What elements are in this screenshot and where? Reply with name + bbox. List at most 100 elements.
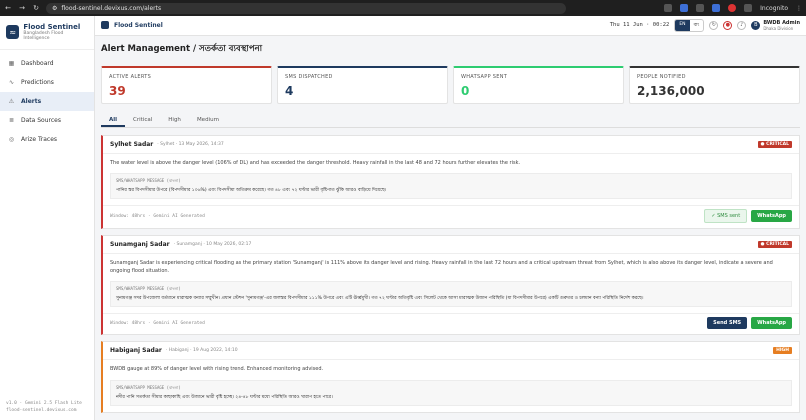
browser-chrome: ← → ↻ ⚙ flood-sentinel.devixus.com/alert… — [0, 0, 806, 16]
language-toggle: EN বাং — [674, 18, 705, 32]
alert-source: Window: 48hrs · Gemini AI Generated — [110, 320, 205, 326]
site-info-icon[interactable]: ⚙ — [52, 5, 57, 12]
sidebar-item-label: Dashboard — [21, 60, 54, 67]
database-icon: ≣ — [8, 117, 15, 124]
alert-meta: · Sylhet · 13 May 2026, 14:37 — [157, 141, 224, 147]
sidebar-item-dashboard[interactable]: ▦ Dashboard — [0, 54, 94, 73]
app: ≈ Flood Sentinel Bangladesh Flood Intell… — [0, 16, 806, 420]
sidebar-nav: ▦ Dashboard ∿ Predictions ⚠ Alerts ≣ Dat… — [0, 50, 94, 394]
stat-card-whatsapp-sent: WhatsApp Sent 0 — [453, 65, 624, 104]
topbar-title: Flood Sentinel — [114, 21, 163, 29]
alert-header: Sunamganj Sadar · Sunamganj · 10 May 202… — [103, 236, 799, 255]
alert-header: Sylhet Sadar · Sylhet · 13 May 2026, 14:… — [103, 136, 799, 154]
stat-value: 2,136,000 — [637, 83, 705, 98]
version-text: v1.0 · Gemini 2.5 Flash Lite — [6, 401, 82, 406]
alert-location: Sunamganj Sadar — [110, 241, 170, 249]
app-subtitle: Bangladesh Flood Intelligence — [23, 31, 64, 41]
tab-all[interactable]: All — [101, 114, 126, 127]
message-header: SMS/WHATSAPP MESSAGE (বাংলা) — [116, 286, 181, 292]
stat-value: 4 — [285, 83, 294, 98]
whatsapp-button[interactable]: WhatsApp — [751, 210, 792, 223]
message-box: SMS/WHATSAPP MESSAGE (বাংলা) নদীর পানি স… — [110, 379, 792, 406]
reload-icon[interactable]: ↻ — [32, 4, 40, 12]
extension-icon[interactable] — [712, 4, 721, 12]
user-menu[interactable]: B BWDB Admin Dhaka Division — [751, 20, 800, 31]
extension-icon[interactable] — [728, 4, 737, 12]
stat-label: People Notified — [637, 73, 686, 80]
app-logo-icon: ≈ — [6, 25, 20, 39]
stat-value: 39 — [109, 83, 126, 98]
sidebar-item-predictions[interactable]: ∿ Predictions — [0, 73, 94, 92]
grid-icon: ▦ — [8, 60, 15, 67]
sidebar-item-alerts[interactable]: ⚠ Alerts — [0, 92, 94, 111]
alert-description: The water level is above the danger leve… — [110, 159, 521, 166]
sidebar-item-label: Alerts — [21, 98, 42, 105]
brand: ≈ Flood Sentinel Bangladesh Flood Intell… — [0, 16, 94, 50]
trace-icon: ◎ — [8, 136, 15, 143]
stat-label: Active Alerts — [109, 73, 152, 80]
alert-card: Habiganj Sadar · Habiganj · 19 Aug 2022,… — [101, 341, 800, 413]
back-icon[interactable]: ← — [4, 4, 12, 12]
extension-icon[interactable] — [744, 4, 753, 12]
message-body: পানির স্তর বিপদসীমার উপরে (বিপদসীমার ১০৬… — [116, 188, 387, 194]
alert-description: BWDB gauge at 89% of danger level with r… — [110, 366, 324, 373]
incognito-label[interactable]: Incognito — [760, 5, 788, 12]
extension-icon[interactable] — [664, 4, 673, 12]
refresh-icon[interactable]: ↻ — [709, 20, 719, 30]
content: Alert Management / সতর্কতা ব্যবস্থাপনা A… — [95, 36, 806, 420]
tab-high[interactable]: High — [160, 114, 189, 127]
message-box: SMS/WHATSAPP MESSAGE (বাংলা) সুনামগঞ্জ স… — [110, 281, 792, 308]
sidebar-item-label: Data Sources — [21, 117, 61, 124]
sidebar-item-arize-traces[interactable]: ◎ Arize Traces — [0, 130, 94, 149]
stat-card-active-alerts: Active Alerts 39 — [101, 65, 272, 104]
whatsapp-button[interactable]: WhatsApp — [751, 317, 792, 330]
severity-badge: HIGH — [773, 347, 792, 355]
alert-description: Sunamganj Sadar is experiencing critical… — [110, 260, 773, 274]
stats-row: Active Alerts 39 SMS Dispatched 4 WhatsA… — [101, 65, 800, 104]
clock: Thu 11 Jun · 00:22 — [609, 22, 670, 29]
lang-bn-button[interactable]: বাং — [690, 20, 704, 31]
severity-tabs: All Critical High Medium — [101, 114, 800, 128]
record-icon[interactable]: ● — [723, 20, 733, 30]
app-name: Flood Sentinel — [23, 23, 81, 31]
alert-meta: · Sunamganj · 10 May 2026, 02:17 — [173, 242, 252, 248]
topbar: Flood Sentinel Thu 11 Jun · 00:22 EN বাং… — [95, 16, 806, 36]
alert-card: Sylhet Sadar · Sylhet · 13 May 2026, 14:… — [101, 134, 800, 230]
app-logo-icon — [101, 21, 109, 30]
stat-value: 0 — [461, 83, 470, 98]
extension-icon[interactable] — [680, 4, 689, 12]
stat-label: WhatsApp Sent — [461, 73, 508, 80]
tab-critical[interactable]: Critical — [125, 114, 160, 127]
message-header: SMS/WHATSAPP MESSAGE (বাংলা) — [116, 384, 181, 390]
sms-sent-button[interactable]: ✓ SMS sent — [704, 209, 748, 224]
menu-icon[interactable]: ⋮ — [796, 5, 802, 12]
message-body: সুনামগঞ্জ সদর উপজেলা বর্তমানে মারাত্মক ব… — [116, 296, 644, 302]
sidebar-item-data-sources[interactable]: ≣ Data Sources — [0, 111, 94, 130]
main: Flood Sentinel Thu 11 Jun · 00:22 EN বাং… — [95, 16, 806, 420]
message-header: SMS/WHATSAPP MESSAGE (বাংলা) — [116, 178, 181, 184]
alert-card: Sunamganj Sadar · Sunamganj · 10 May 202… — [101, 235, 800, 336]
extension-icon[interactable] — [696, 4, 705, 12]
severity-badge: ● CRITICAL — [757, 241, 792, 249]
alert-header: Habiganj Sadar · Habiganj · 19 Aug 2022,… — [103, 342, 799, 361]
user-role: Dhaka Division — [763, 25, 794, 31]
stat-label: SMS Dispatched — [285, 73, 333, 80]
message-body: নদীর পানি সতর্কতা সীমার কাছাকাছি এবং উজা… — [116, 394, 333, 400]
send-sms-button[interactable]: Send SMS — [707, 317, 748, 330]
severity-badge: ● CRITICAL — [757, 140, 792, 148]
sidebar-item-label: Predictions — [21, 79, 54, 86]
tab-medium[interactable]: Medium — [189, 114, 227, 127]
trend-icon: ∿ — [8, 79, 15, 86]
alert-source: Window: 48hrs · Gemini AI Generated — [110, 213, 205, 219]
page-title: Alert Management / সতর্কতা ব্যবস্থাপনা — [101, 43, 263, 54]
sidebar: ≈ Flood Sentinel Bangladesh Flood Intell… — [0, 16, 95, 420]
forward-icon[interactable]: → — [18, 4, 26, 12]
stat-card-people-notified: People Notified 2,136,000 — [629, 65, 800, 104]
domain-text: flood-sentinel.devixus.com — [6, 408, 77, 413]
address-bar[interactable]: ⚙ flood-sentinel.devixus.com/alerts — [46, 2, 566, 14]
lang-en-button[interactable]: EN — [675, 19, 690, 31]
bell-icon: ⚠ — [8, 98, 15, 105]
notification-bell-icon[interactable]: ♪ — [737, 20, 747, 30]
stat-card-sms-dispatched: SMS Dispatched 4 — [277, 65, 448, 104]
message-box: SMS/WHATSAPP MESSAGE (বাংলা) পানির স্তর … — [110, 173, 792, 200]
